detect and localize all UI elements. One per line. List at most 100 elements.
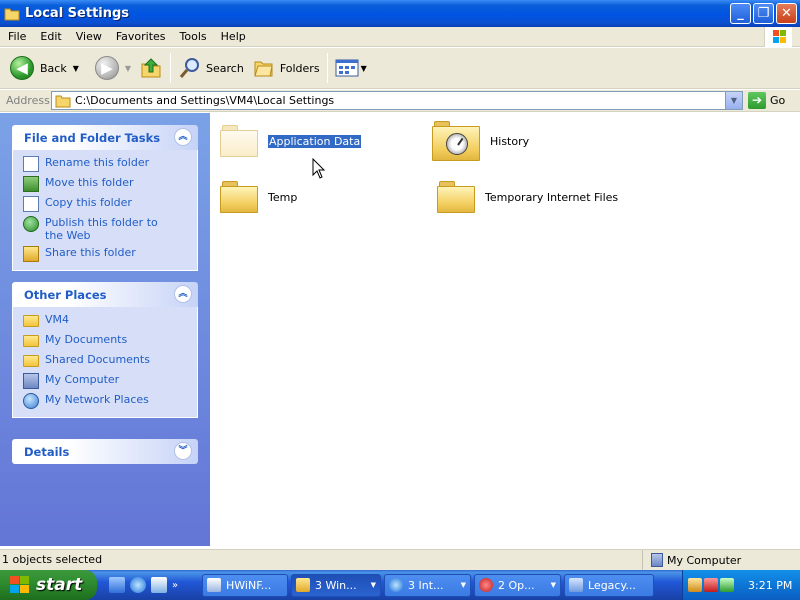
taskbar-button-opera[interactable]: 2 Op... ▼ bbox=[474, 573, 561, 597]
move-icon bbox=[23, 176, 39, 192]
chevron-down-icon[interactable]: ▼ bbox=[73, 64, 79, 73]
task-copy-folder[interactable]: Copy this folder bbox=[23, 196, 197, 216]
place-my-documents[interactable]: My Documents bbox=[23, 333, 197, 353]
file-item-temp[interactable]: Temp bbox=[220, 181, 297, 213]
expand-icon[interactable]: ︾ bbox=[174, 442, 192, 460]
task-rename-folder[interactable]: Rename this folder bbox=[23, 156, 197, 176]
file-folder-tasks-panel: File and Folder Tasks ︽ Rename this fold… bbox=[12, 125, 198, 271]
details-panel: Details ︾ bbox=[12, 439, 198, 464]
chevron-down-icon: ▼ bbox=[550, 581, 556, 589]
collapse-icon[interactable]: ︽ bbox=[174, 128, 192, 146]
folder-icon bbox=[23, 315, 39, 327]
chevron-down-icon[interactable]: ▼ bbox=[125, 64, 131, 73]
menu-edit[interactable]: Edit bbox=[33, 30, 68, 43]
up-folder-icon bbox=[141, 58, 161, 78]
place-vm4[interactable]: VM4 bbox=[23, 313, 197, 333]
menu-favorites[interactable]: Favorites bbox=[109, 30, 173, 43]
window-title: Local Settings bbox=[25, 6, 130, 21]
hwinfo-icon bbox=[207, 578, 221, 592]
other-places-header[interactable]: Other Places ︽ bbox=[12, 282, 198, 307]
menu-help[interactable]: Help bbox=[214, 30, 253, 43]
taskbar-button-internet[interactable]: 3 Int... ▼ bbox=[384, 573, 471, 597]
copy-icon bbox=[23, 196, 39, 212]
task-move-folder[interactable]: Move this folder bbox=[23, 176, 197, 196]
panel-title: Details bbox=[24, 444, 70, 459]
address-input[interactable]: C:\Documents and Settings\VM4\Local Sett… bbox=[51, 91, 743, 110]
chevron-down-icon: ▼ bbox=[460, 581, 466, 589]
my-computer-icon bbox=[23, 373, 39, 389]
internet-explorer-icon[interactable] bbox=[130, 577, 146, 593]
legacy-app-icon bbox=[569, 578, 583, 592]
toolbar-separator bbox=[326, 53, 328, 83]
title-bar[interactable]: Local Settings _ ❐ ✕ bbox=[0, 0, 800, 27]
details-header[interactable]: Details ︾ bbox=[12, 439, 198, 464]
up-folder-button[interactable] bbox=[135, 51, 167, 85]
status-bar: 1 objects selected My Computer bbox=[0, 549, 800, 570]
system-tray: 3:21 PM bbox=[682, 570, 800, 600]
forward-button[interactable]: ▶ ▼ bbox=[91, 51, 135, 85]
address-bar: Address C:\Documents and Settings\VM4\Lo… bbox=[0, 90, 800, 112]
search-button[interactable]: Search bbox=[174, 51, 248, 85]
views-icon bbox=[335, 59, 359, 77]
security-alert-icon[interactable] bbox=[704, 578, 718, 592]
network-places-icon bbox=[23, 393, 39, 409]
internet-explorer-icon bbox=[389, 578, 403, 592]
folder-icon bbox=[437, 181, 475, 213]
place-my-network-places[interactable]: My Network Places bbox=[23, 393, 197, 413]
close-button[interactable]: ✕ bbox=[776, 3, 797, 24]
menu-bar: File Edit View Favorites Tools Help bbox=[0, 27, 800, 47]
status-zone: My Computer bbox=[643, 553, 741, 567]
minimize-button[interactable]: _ bbox=[730, 3, 751, 24]
menu-tools[interactable]: Tools bbox=[173, 30, 214, 43]
tray-app-icon[interactable] bbox=[688, 578, 702, 592]
place-shared-documents[interactable]: Shared Documents bbox=[23, 353, 197, 373]
show-desktop-icon[interactable] bbox=[109, 577, 125, 593]
folder-icon bbox=[296, 578, 310, 592]
folders-icon bbox=[254, 61, 273, 77]
file-item-temporary-internet-files[interactable]: Temporary Internet Files bbox=[437, 181, 618, 213]
start-button[interactable]: start bbox=[0, 570, 97, 600]
search-label: Search bbox=[206, 61, 244, 75]
views-button[interactable]: ▼ bbox=[331, 51, 371, 85]
address-dropdown-icon[interactable]: ▼ bbox=[725, 92, 742, 109]
folders-button[interactable]: Folders bbox=[248, 51, 324, 85]
task-pane: File and Folder Tasks ︽ Rename this fold… bbox=[0, 113, 210, 546]
opera-icon bbox=[479, 578, 493, 592]
toolbar: ◀ Back ▼ ▶ ▼ Search Folders ▼ bbox=[0, 48, 800, 89]
status-zone-label: My Computer bbox=[667, 553, 742, 567]
shared-documents-icon bbox=[23, 355, 39, 367]
network-tray-icon[interactable] bbox=[720, 578, 734, 592]
folders-label: Folders bbox=[279, 61, 320, 75]
place-my-computer[interactable]: My Computer bbox=[23, 373, 197, 393]
file-name: Application Data bbox=[266, 133, 363, 149]
taskbar-button-hwinfo[interactable]: HWiNF... bbox=[202, 573, 288, 597]
quick-launch-more-icon[interactable]: » bbox=[172, 580, 178, 591]
go-button[interactable]: ➔ Go bbox=[748, 92, 785, 109]
mouse-cursor-icon bbox=[312, 158, 326, 179]
status-selection: 1 objects selected bbox=[0, 550, 643, 570]
outlook-express-icon[interactable] bbox=[151, 577, 167, 593]
file-item-application-data[interactable]: Application Data bbox=[220, 125, 363, 179]
chevron-down-icon[interactable]: ▼ bbox=[361, 64, 367, 73]
task-share-folder[interactable]: Share this folder bbox=[23, 246, 197, 266]
folder-icon bbox=[220, 125, 258, 157]
task-publish-folder[interactable]: Publish this folder to the Web bbox=[23, 216, 197, 246]
menu-view[interactable]: View bbox=[69, 30, 109, 43]
address-label: Address bbox=[6, 94, 50, 107]
start-label: start bbox=[36, 575, 83, 595]
address-value: C:\Documents and Settings\VM4\Local Sett… bbox=[75, 94, 335, 107]
taskbar-button-legacy[interactable]: Legacy... bbox=[564, 573, 654, 597]
menu-file[interactable]: File bbox=[0, 30, 33, 43]
folder-icon bbox=[4, 8, 20, 20]
panel-title: File and Folder Tasks bbox=[24, 130, 161, 145]
back-button[interactable]: ◀ Back ▼ bbox=[6, 51, 83, 85]
file-item-history[interactable]: History bbox=[432, 121, 529, 161]
file-folder-tasks-header[interactable]: File and Folder Tasks ︽ bbox=[12, 125, 198, 150]
file-list-view[interactable]: Application Data History Temp Temporary … bbox=[210, 113, 800, 546]
taskbar-button-windows[interactable]: 3 Win... ▼ bbox=[291, 573, 381, 597]
clock[interactable]: 3:21 PM bbox=[748, 579, 792, 592]
toolbar-separator bbox=[170, 53, 172, 83]
maximize-button[interactable]: ❐ bbox=[753, 3, 774, 24]
collapse-icon[interactable]: ︽ bbox=[174, 285, 192, 303]
search-icon bbox=[179, 58, 200, 78]
